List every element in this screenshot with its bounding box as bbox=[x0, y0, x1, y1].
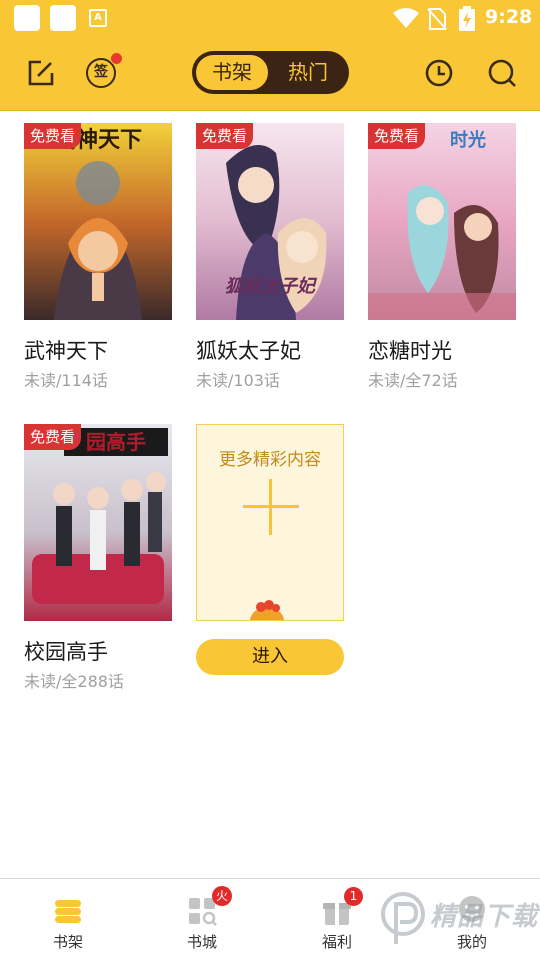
shelf-hot-switch: 书架 热门 bbox=[192, 51, 349, 94]
hot-badge: 火 bbox=[212, 886, 232, 906]
nav-bookstore[interactable]: 书城 bbox=[152, 879, 252, 960]
free-badge: 免费看 bbox=[24, 424, 82, 450]
nav-bookshelf[interactable]: 书架 bbox=[18, 879, 118, 960]
notification-icon bbox=[14, 5, 40, 31]
app-notification-icon: A bbox=[89, 9, 107, 27]
free-badge: 免费看 bbox=[368, 123, 426, 149]
book-cover[interactable]: 时光 免费看 bbox=[368, 123, 516, 320]
nav-label: 书架 bbox=[52, 933, 83, 951]
enter-button[interactable]: 进入 bbox=[196, 639, 344, 675]
search-icon[interactable] bbox=[487, 58, 517, 88]
clock-time: 9:28 bbox=[485, 6, 533, 28]
history-clock-icon[interactable] bbox=[424, 58, 454, 88]
nav-welfare[interactable]: 福利 bbox=[287, 879, 387, 960]
more-content-text: 更多精彩内容 bbox=[219, 450, 321, 470]
status-bar: A 9:28 bbox=[0, 0, 540, 36]
notification-dot bbox=[110, 52, 123, 65]
book-title[interactable]: 校园高手 bbox=[24, 636, 108, 666]
book-progress: 未读/全72话 bbox=[368, 371, 458, 390]
book-title[interactable]: 恋糖时光 bbox=[368, 335, 452, 365]
book-cover[interactable]: 狐妖太子妃 免费看 bbox=[196, 123, 344, 320]
app-header: 签 书架 热门 bbox=[0, 36, 540, 111]
count-badge: 1 bbox=[344, 887, 363, 906]
book-progress: 未读/103话 bbox=[196, 371, 280, 390]
notification-icon bbox=[50, 5, 76, 31]
watermark-text: 精品下载 bbox=[430, 902, 539, 932]
wifi-icon bbox=[393, 8, 419, 28]
book-progress: 未读/114话 bbox=[24, 371, 108, 390]
book-cover[interactable]: 园高手 免费看 bbox=[24, 424, 172, 621]
no-sim-icon bbox=[427, 8, 447, 30]
nav-label: 福利 bbox=[321, 933, 352, 951]
mascot-icon bbox=[250, 600, 284, 620]
tab-bookshelf[interactable]: 书架 bbox=[196, 55, 268, 90]
watermark: 精品下载 bbox=[378, 884, 538, 954]
edit-icon[interactable] bbox=[26, 58, 56, 88]
cover-title: 狐妖太子妃 bbox=[225, 276, 315, 297]
book-title[interactable]: 武神天下 bbox=[24, 335, 108, 365]
tab-hot[interactable]: 热门 bbox=[272, 55, 344, 90]
book-progress: 未读/全288话 bbox=[24, 672, 124, 691]
free-badge: 免费看 bbox=[24, 123, 82, 149]
cover-title: 时光 bbox=[450, 130, 486, 151]
bookshelf-icon bbox=[55, 900, 81, 923]
nav-label: 书城 bbox=[186, 933, 217, 951]
watermark-logo-icon bbox=[381, 892, 425, 944]
free-badge: 免费看 bbox=[196, 123, 254, 149]
more-content-card[interactable]: 更多精彩内容 bbox=[196, 424, 344, 621]
book-cover[interactable]: 武神天下 免费看 bbox=[24, 123, 172, 320]
plus-icon bbox=[269, 479, 272, 535]
book-title[interactable]: 狐妖太子妃 bbox=[196, 335, 301, 365]
battery-charging-icon bbox=[459, 6, 475, 31]
